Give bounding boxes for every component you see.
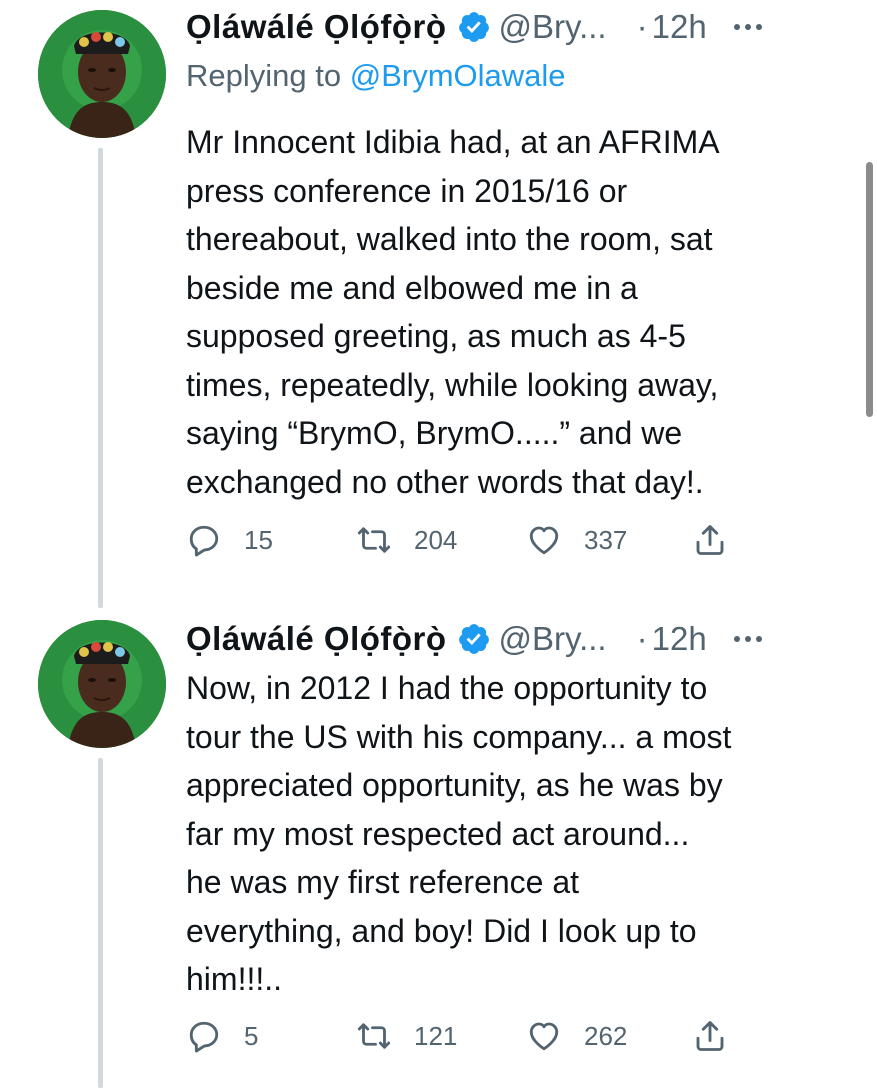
replying-to: Replying to @BrymOlawale	[186, 58, 566, 94]
reply-icon	[189, 525, 219, 557]
tweet-header: Ọláwálé Ọlọ́fọ̀rọ̀ @Bry... · 12h	[186, 616, 847, 662]
timestamp[interactable]: 12h	[652, 8, 707, 46]
timestamp-separator: ·	[636, 8, 648, 45]
avatar[interactable]	[38, 620, 166, 748]
author-handle[interactable]: @Bry...	[499, 8, 607, 46]
tweet-actions: 5 121 262	[186, 1016, 786, 1056]
reply-count: 5	[244, 1020, 259, 1051]
retweet-icon	[357, 527, 391, 553]
share-icon	[696, 1021, 724, 1051]
reply-icon	[189, 1021, 219, 1053]
retweet-count: 121	[414, 1020, 458, 1051]
timestamp-separator: ·	[636, 620, 648, 657]
thread-connector-line	[98, 758, 103, 1088]
retweet-button[interactable]: 204	[356, 520, 457, 560]
like-count: 262	[584, 1020, 628, 1051]
retweet-icon	[357, 1023, 391, 1049]
tweet-text: Mr Innocent Idibia had, at an AFRIMA pre…	[186, 124, 720, 500]
tweet[interactable]: Ọláwálé Ọlọ́fọ̀rọ̀ @Bry... · 12h Replyin…	[0, 0, 877, 608]
author-display-name[interactable]: Ọláwálé Ọlọ́fọ̀rọ̀	[186, 8, 447, 46]
avatar-portrait-icon	[38, 10, 166, 138]
like-count: 337	[584, 524, 628, 555]
reply-button[interactable]: 15	[186, 520, 273, 560]
like-button[interactable]: 262	[526, 1016, 627, 1056]
share-icon	[696, 525, 724, 555]
heart-icon	[529, 526, 559, 555]
scrollbar[interactable]	[866, 162, 873, 417]
avatar-portrait-icon	[38, 620, 166, 748]
tweet-header: Ọláwálé Ọlọ́fọ̀rọ̀ @Bry... · 12h	[186, 4, 847, 50]
like-button[interactable]: 337	[526, 520, 627, 560]
verified-badge-icon	[457, 622, 491, 656]
author-handle[interactable]: @Bry...	[499, 620, 607, 658]
more-horizontal-icon[interactable]	[731, 629, 765, 649]
replying-to-handle-link[interactable]: @BrymOlawale	[350, 58, 566, 93]
heart-icon	[529, 1022, 559, 1051]
thread-connector-line	[98, 148, 103, 608]
reply-button[interactable]: 5	[186, 1016, 258, 1056]
more-horizontal-icon[interactable]	[731, 17, 765, 37]
verified-badge-icon	[457, 10, 491, 44]
share-button[interactable]	[692, 1016, 728, 1056]
timestamp[interactable]: 12h	[652, 620, 707, 658]
reply-count: 15	[244, 524, 273, 555]
tweet[interactable]: Ọláwálé Ọlọ́fọ̀rọ̀ @Bry... · 12h Now, in…	[0, 600, 877, 1088]
share-button[interactable]	[692, 520, 728, 560]
retweet-count: 204	[414, 524, 458, 555]
replying-to-label: Replying to	[186, 58, 342, 93]
tweet-text: Now, in 2012 I had the opportunity to to…	[186, 670, 732, 997]
retweet-button[interactable]: 121	[356, 1016, 457, 1056]
tweet-actions: 15 204 337	[186, 520, 786, 560]
avatar[interactable]	[38, 10, 166, 138]
author-display-name[interactable]: Ọláwálé Ọlọ́fọ̀rọ̀	[186, 620, 447, 658]
